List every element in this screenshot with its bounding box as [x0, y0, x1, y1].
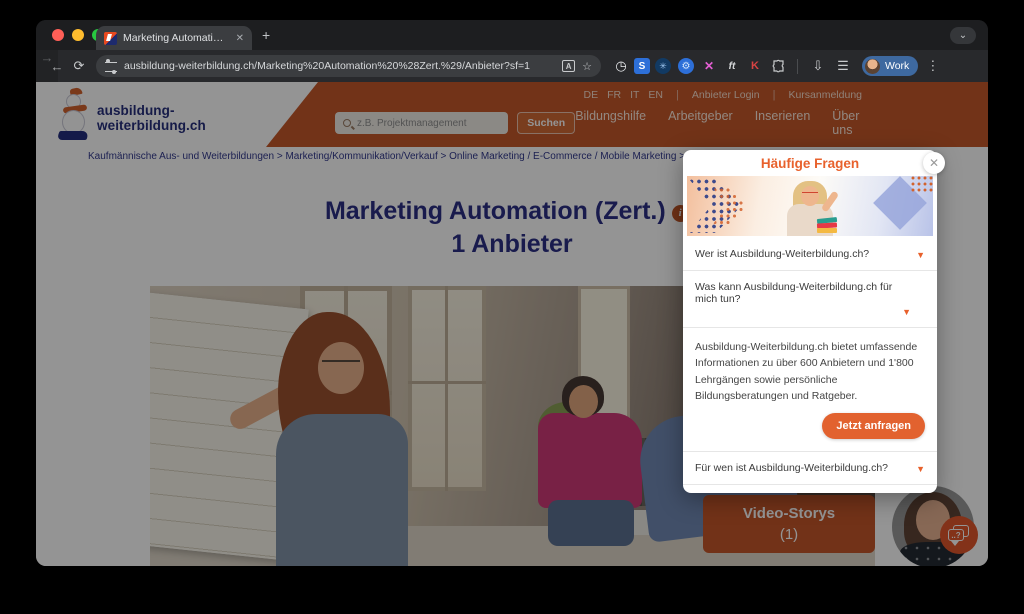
profile-name: Work	[885, 60, 909, 72]
faq-question: Wer ist Ausbildung-Weiterbildung.ch?	[695, 248, 869, 260]
minimize-window-button[interactable]	[72, 29, 84, 41]
puzzle-icon	[771, 59, 785, 73]
faq-answer: Ausbildung-Weiterbildung.ch bietet umfas…	[683, 327, 937, 406]
faq-popup: ✕ Häufige Fragen Wer ist Ausbildung-	[683, 150, 937, 493]
bookmark-star-icon[interactable]: ☆	[582, 60, 592, 73]
forward-button[interactable]: →	[36, 50, 58, 82]
faq-item-4[interactable]: Wie kann ich Ausbildung-Weiterbildung.ch…	[683, 484, 937, 493]
cta-row: Jetzt anfragen	[683, 406, 937, 451]
site-favicon-icon	[104, 32, 117, 45]
jetzt-anfragen-button[interactable]: Jetzt anfragen	[822, 413, 925, 439]
faq-question: Für wen ist Ausbildung-Weiterbildung.ch?	[695, 462, 888, 474]
close-window-button[interactable]	[52, 29, 64, 41]
extension-gear-icon[interactable]: ⚙	[678, 58, 694, 74]
chevron-down-icon[interactable]: ▼	[916, 250, 925, 260]
faq-item-3[interactable]: Für wen ist Ausbildung-Weiterbildung.ch?…	[683, 451, 937, 484]
reload-button[interactable]: ⟳	[68, 58, 90, 74]
extension-k-icon[interactable]: K	[745, 56, 765, 76]
page-viewport: ausbildung- weiterbildung.ch DE FR IT EN…	[36, 82, 988, 566]
banner-folders	[817, 218, 837, 234]
extensions-puzzle-icon[interactable]	[768, 56, 788, 76]
browser-window: Marketing Automation (Zert.) ✕ + ⌄ ← → ⟳…	[36, 20, 988, 566]
tab-strip: Marketing Automation (Zert.) ✕ + ⌄	[36, 20, 988, 50]
extension-navy-icon[interactable]: ✳	[655, 58, 671, 74]
downloads-button[interactable]: ⇩	[807, 58, 829, 74]
faq-banner-image	[687, 176, 933, 236]
chevron-down-icon[interactable]: ▼	[695, 305, 911, 323]
profile-avatar	[865, 59, 880, 74]
extension-s-icon[interactable]: S	[634, 58, 650, 74]
translate-icon[interactable]: A	[562, 60, 575, 72]
tab-search-button[interactable]: ⌄	[950, 27, 976, 44]
popup-close-button[interactable]: ✕	[923, 152, 945, 174]
new-tab-button[interactable]: +	[262, 28, 270, 42]
extensions-row: ◷ S ✳ ⚙ ✕ ft K ⇩ ☰	[611, 56, 854, 76]
chevron-down-icon[interactable]: ▼	[916, 464, 925, 474]
popup-title: Häufige Fragen	[683, 150, 937, 176]
url-text[interactable]: ausbildung-weiterbildung.ch/Marketing%20…	[124, 60, 555, 72]
banner-woman-glasses	[802, 192, 818, 197]
faq-item-2[interactable]: Was kann Ausbildung-Weiterbildung.ch für…	[683, 270, 937, 327]
browser-toolbar: ← → ⟳ ausbildung-weiterbildung.ch/Market…	[36, 50, 988, 82]
browser-tab[interactable]: Marketing Automation (Zert.) ✕	[96, 26, 252, 50]
media-list-button[interactable]: ☰	[832, 58, 854, 74]
profile-chip[interactable]: Work	[862, 56, 918, 76]
browser-menu-button[interactable]: ⋮	[926, 58, 939, 74]
tab-title: Marketing Automation (Zert.)	[123, 32, 228, 44]
faq-popup-card: Häufige Fragen Wer ist Ausbildung-Weiter…	[683, 150, 937, 493]
dotted-corner-decoration	[911, 176, 933, 194]
extension-ft-icon[interactable]: ft	[722, 56, 742, 76]
toolbar-divider	[797, 59, 798, 74]
site-settings-icon[interactable]	[105, 62, 117, 72]
chevron-down-icon: ⌄	[959, 30, 967, 41]
faq-item-1[interactable]: Wer ist Ausbildung-Weiterbildung.ch? ▼	[683, 238, 937, 270]
faq-question: Was kann Ausbildung-Weiterbildung.ch für…	[695, 281, 892, 305]
tab-close-icon[interactable]: ✕	[234, 33, 244, 44]
address-bar[interactable]: ausbildung-weiterbildung.ch/Marketing%20…	[96, 55, 601, 77]
extension-clock-icon[interactable]: ◷	[611, 56, 631, 76]
extension-x-icon[interactable]: ✕	[699, 56, 719, 76]
